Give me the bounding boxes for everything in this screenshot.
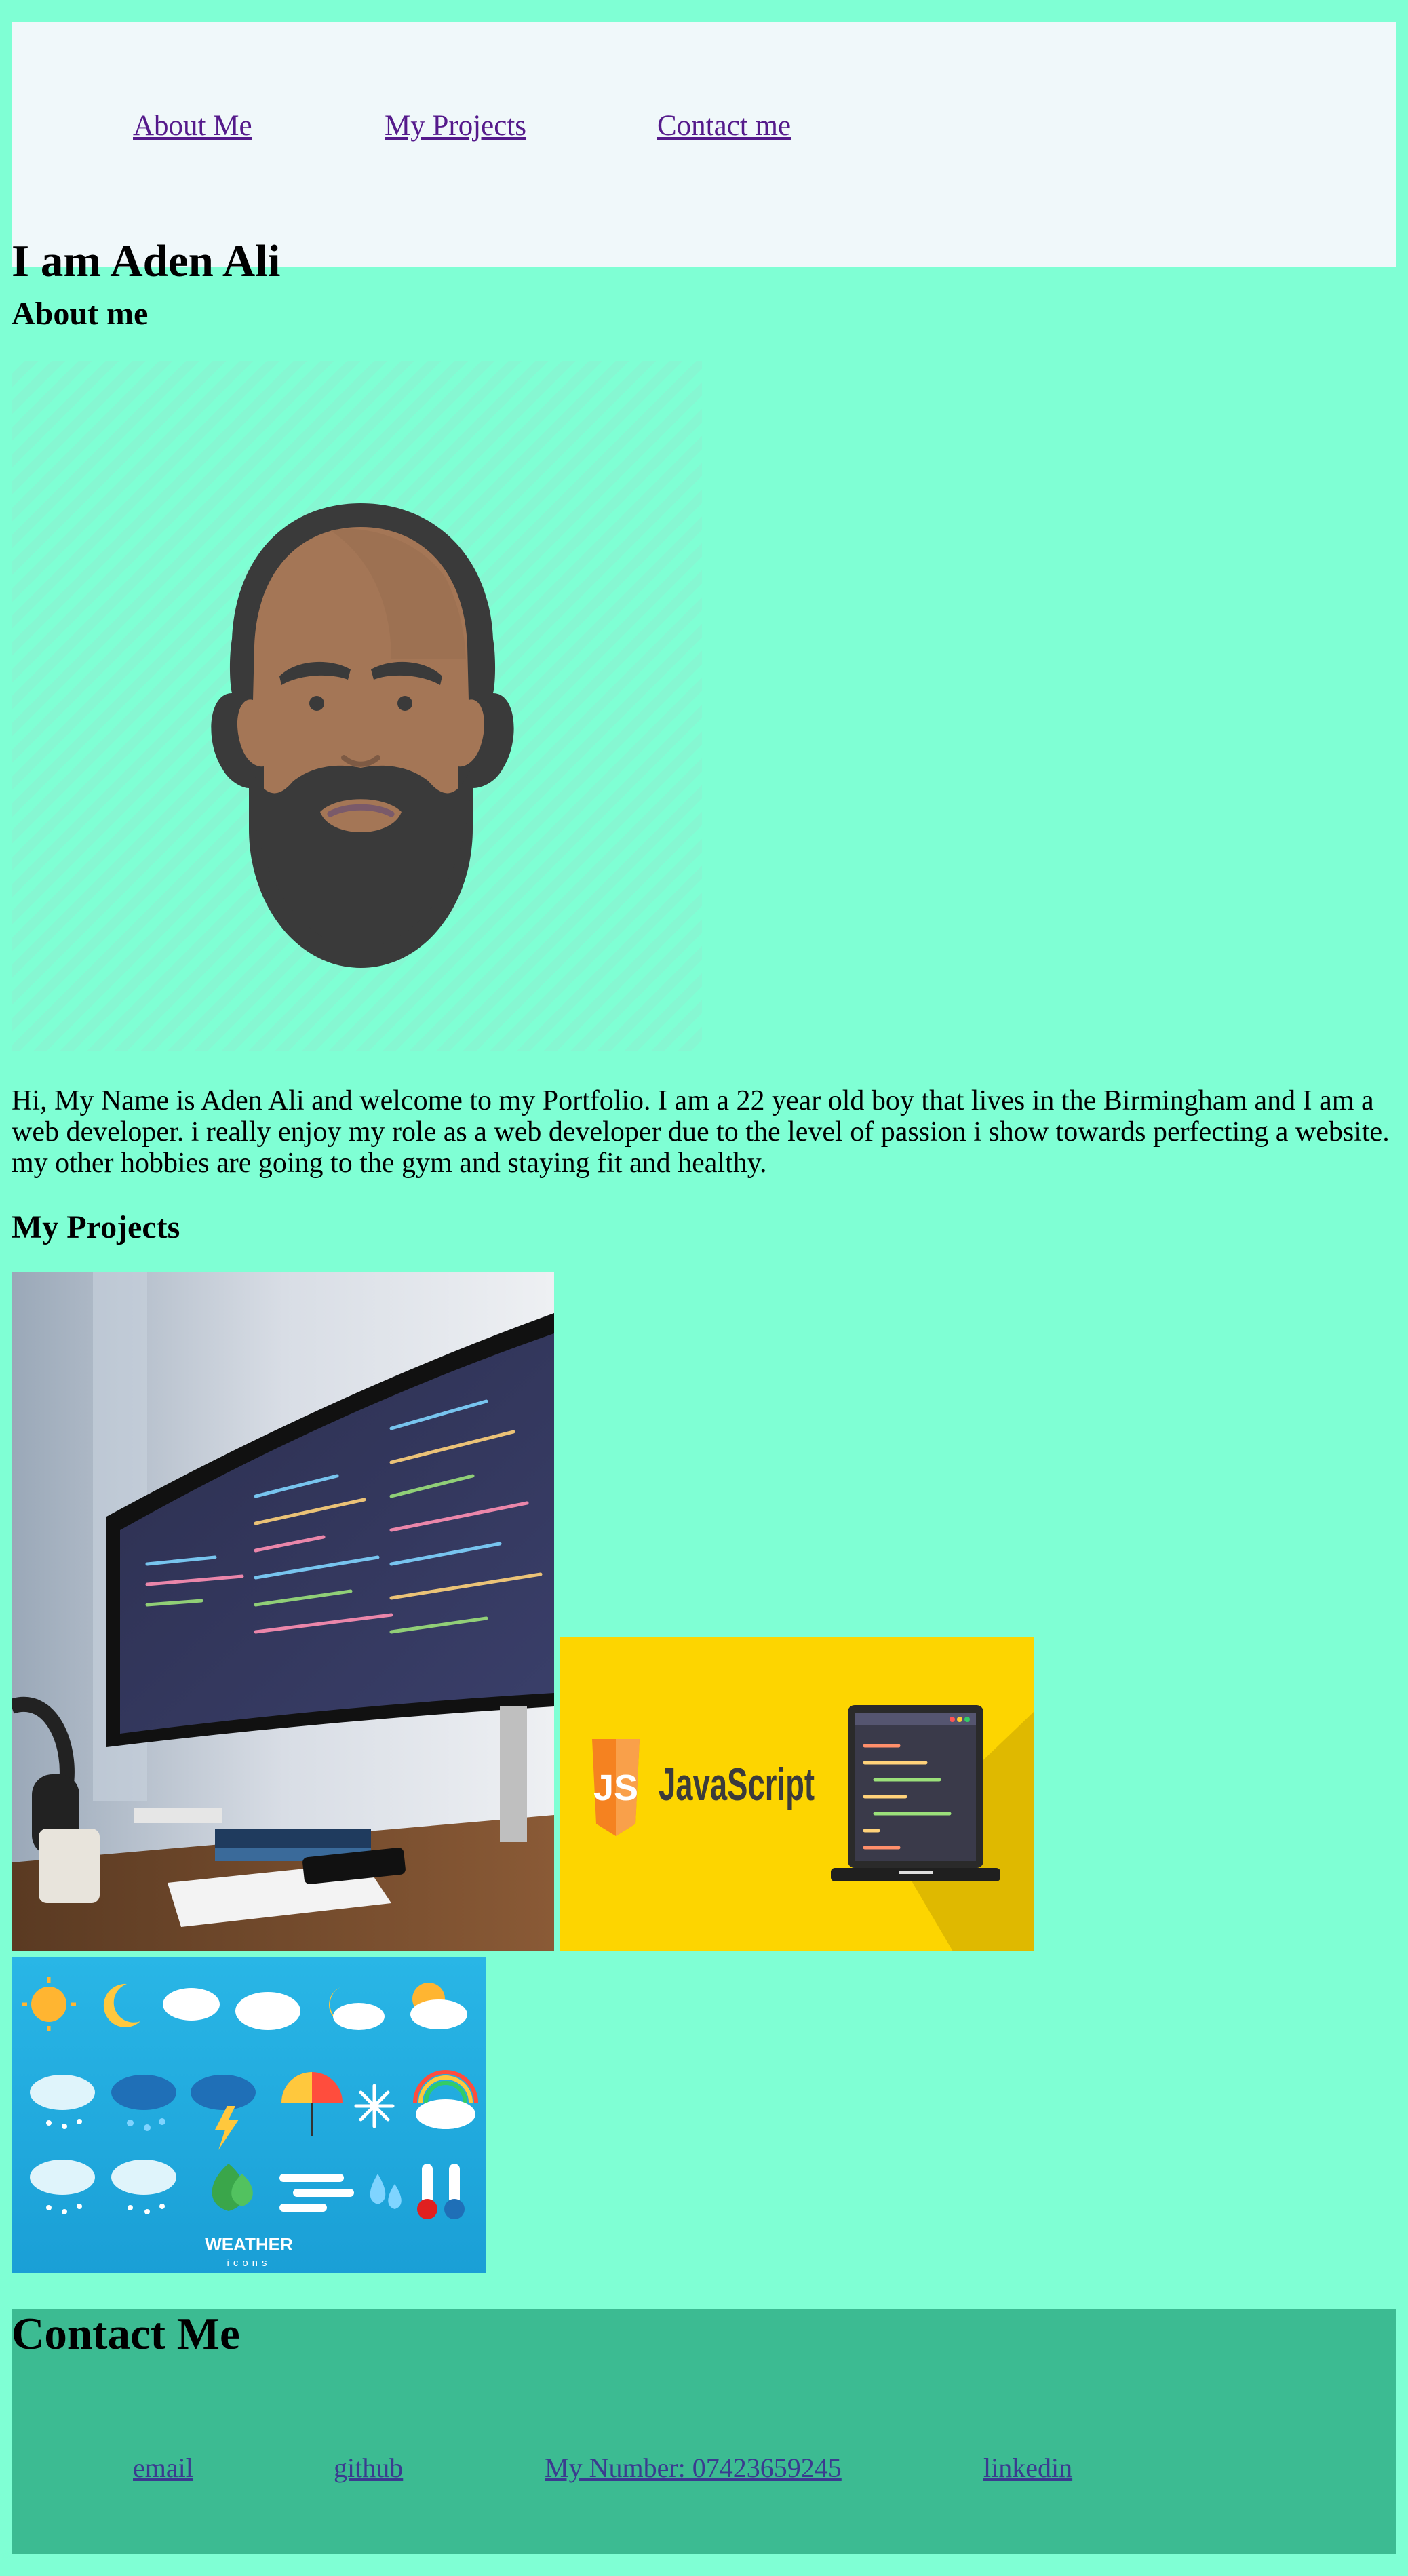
nav-link-about-me[interactable]: About Me <box>133 106 252 147</box>
contact-link-github[interactable]: github <box>334 2449 403 2487</box>
weather-title: WEATHER <box>205 2234 293 2255</box>
project-image-javascript[interactable]: JS JavaScript <box>560 1637 1034 1951</box>
avatar-illustration <box>211 503 514 968</box>
nav-link-my-projects[interactable]: My Projects <box>385 106 526 147</box>
about-heading: About me <box>12 296 149 332</box>
project-image-weather[interactable]: WEATHER icons <box>12 1957 486 2273</box>
site-header: About Me My Projects Contact me I am Ade… <box>12 22 1396 286</box>
contact-link-phone-number[interactable]: My Number: 07423659245 <box>545 2449 842 2487</box>
projects-heading: My Projects <box>12 1209 180 1245</box>
about-bio: Hi, My Name is Aden Ali and welcome to m… <box>12 1085 1390 1179</box>
js-badge: JS <box>593 1768 638 1808</box>
javascript-title: JavaScript <box>659 1759 815 1810</box>
nav-link-contact-me[interactable]: Contact me <box>657 106 791 147</box>
contact-link-linkedin[interactable]: linkedin <box>983 2449 1072 2487</box>
page-title: I am Aden Ali <box>12 236 281 286</box>
project-image-workspace[interactable] <box>12 1272 554 1951</box>
weather-subtitle: icons <box>227 2257 271 2269</box>
contact-link-email[interactable]: email <box>133 2449 193 2487</box>
contact-heading: Contact Me <box>12 2309 240 2359</box>
avatar <box>12 361 702 1051</box>
contact-footer: Contact Me email github My Number: 07423… <box>12 2309 1396 2554</box>
